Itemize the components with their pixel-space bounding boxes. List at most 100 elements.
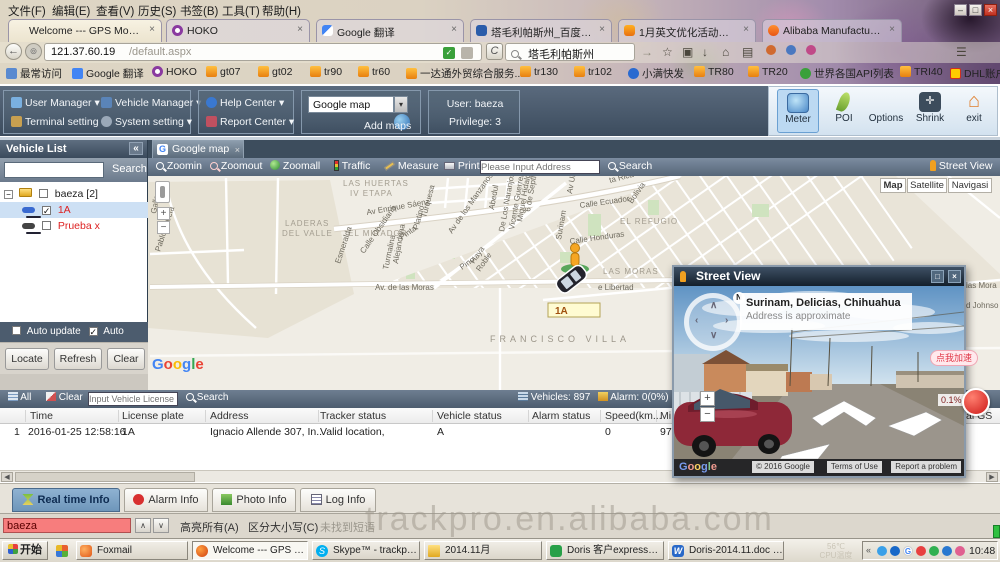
addon-icon[interactable] xyxy=(806,45,816,55)
tray-icon[interactable] xyxy=(942,546,952,556)
tab-close-icon[interactable]: × xyxy=(596,24,608,36)
tab-photo-info[interactable]: Photo Info xyxy=(212,488,296,512)
menu-view[interactable]: 查看(V) xyxy=(96,3,134,19)
table-search-button[interactable]: Search xyxy=(186,392,228,403)
report-center-button[interactable]: Report Center ▾ xyxy=(206,116,294,128)
tray-icon[interactable] xyxy=(929,546,939,556)
refresh-button[interactable]: Refresh xyxy=(54,348,102,370)
tab-close-icon[interactable]: × xyxy=(294,24,306,36)
exit-button[interactable]: ⌂ exit xyxy=(953,89,995,133)
window-close-button[interactable]: × xyxy=(984,4,997,16)
bookmark-item[interactable]: 一达通外贸综合服务... xyxy=(406,66,523,81)
map-control-satellite[interactable]: Satellite xyxy=(907,178,947,193)
scroll-left-button[interactable]: ◀ xyxy=(1,472,13,482)
col-address[interactable]: Address xyxy=(210,410,249,422)
task-gps-monitor[interactable]: Welcome --- GPS Monitor... xyxy=(192,541,308,560)
bookmark-item[interactable]: 世界各国API列表 xyxy=(800,66,894,81)
tab-close-icon[interactable]: × xyxy=(448,24,460,36)
task-foxmail[interactable]: Foxmail xyxy=(76,541,188,560)
bookmark-item[interactable]: gt02 xyxy=(258,66,292,81)
vehicle-search-input[interactable] xyxy=(4,162,104,178)
group-label[interactable]: baeza [2] xyxy=(55,188,98,200)
tray-clock[interactable]: 10:48 xyxy=(969,545,995,557)
panel-collapse-icon[interactable]: « xyxy=(129,142,143,155)
map-search-button[interactable]: Search xyxy=(608,160,652,172)
extension-icon[interactable] xyxy=(461,47,473,59)
meter-button[interactable]: Meter xyxy=(777,89,819,133)
accelerator-ball[interactable] xyxy=(962,388,990,416)
table-all-button[interactable]: All xyxy=(8,392,31,403)
map-zoom-out-button[interactable]: − xyxy=(157,221,170,234)
home-icon[interactable]: ⌂ xyxy=(722,45,729,59)
vehicle-label[interactable]: 1A xyxy=(58,204,71,216)
zoomin-button[interactable]: Zoomin xyxy=(156,160,202,172)
map-tab-close-icon[interactable]: × xyxy=(235,142,240,158)
tree-vehicle-row-selected[interactable]: ✓ 1A xyxy=(0,202,148,218)
menu-history[interactable]: 历史(S) xyxy=(138,3,176,19)
tab-baidu-search[interactable]: 塔毛利帕斯州_百度搜索 × xyxy=(470,19,612,42)
street-view-button[interactable]: Street View xyxy=(930,160,992,172)
group-checkbox[interactable] xyxy=(39,189,48,198)
start-button[interactable]: 开始 xyxy=(2,541,48,560)
vehicle-search-button[interactable]: Search xyxy=(112,163,147,175)
tab-alibaba[interactable]: Alibaba Manufacturer Dire... × xyxy=(762,19,902,42)
map-control-navigasi[interactable]: Navigasi xyxy=(948,178,992,193)
find-input[interactable] xyxy=(3,518,131,533)
tab-google-translate[interactable]: Google 翻译 × xyxy=(316,19,464,42)
bookmark-item[interactable]: 小满快发 xyxy=(628,66,684,81)
menu-tools[interactable]: 工具(T) xyxy=(222,3,260,19)
addon-icon[interactable] xyxy=(786,45,796,55)
find-next-button[interactable]: ∨ xyxy=(153,518,169,533)
user-manager-button[interactable]: User Manager ▾ xyxy=(11,97,100,109)
back-button[interactable]: ← xyxy=(5,43,22,60)
menu-help[interactable]: 帮助(H) xyxy=(262,3,301,19)
table-clear-button[interactable]: Clear xyxy=(46,392,83,403)
vehicle-checkbox[interactable]: ✓ xyxy=(42,206,51,215)
bookmark-item[interactable]: HOKO xyxy=(152,66,197,81)
street-view-zoom-out[interactable]: − xyxy=(700,407,715,422)
go-icon[interactable]: → xyxy=(641,45,653,59)
tab-promo[interactable]: 1月英文优化活动秒杀活动 × xyxy=(618,19,756,42)
street-view-titlebar[interactable]: Street View □ × xyxy=(674,267,964,286)
zoomall-button[interactable]: Zoomall xyxy=(270,160,320,172)
tab-close-icon[interactable]: × xyxy=(886,24,898,36)
bookmark-item[interactable]: Google 翻译 xyxy=(72,66,144,81)
addon-icon[interactable] xyxy=(766,45,776,55)
bookmark-item[interactable]: tr60 xyxy=(358,66,390,81)
terminal-setting-button[interactable]: Terminal setting ▾ xyxy=(11,116,107,128)
tab-alarm-info[interactable]: Alarm Info xyxy=(124,488,208,512)
bookmark-item[interactable]: tr130 xyxy=(520,66,558,81)
map-select-arrow[interactable]: ▾ xyxy=(394,96,408,113)
system-setting-button[interactable]: System setting ▾ xyxy=(101,116,192,128)
map-pegman-control[interactable] xyxy=(155,181,170,203)
col-time[interactable]: Time xyxy=(30,410,53,422)
locate-button[interactable]: Locate xyxy=(5,348,49,370)
tree-group-row[interactable]: − baeza [2] xyxy=(0,186,148,202)
task-doris-doc[interactable]: WDoris-2014.11.doc - WP... xyxy=(668,541,784,560)
menu-file[interactable]: 文件(F) xyxy=(8,3,46,19)
col-tracker-status[interactable]: Tracker status xyxy=(320,410,386,422)
clear-button[interactable]: Clear xyxy=(107,348,145,370)
bookmark-item[interactable]: gt07 xyxy=(206,66,240,81)
bookmark-item[interactable]: DHL账户 xyxy=(950,66,1000,81)
url-bar[interactable]: 121.37.60.19 /default.aspx ✓ xyxy=(44,43,482,61)
window-minimize-button[interactable]: – xyxy=(954,4,967,16)
map-tab-googlemap[interactable]: G Google map × xyxy=(152,140,244,158)
print-button[interactable]: Print xyxy=(444,160,480,172)
bookmark-item[interactable]: TR20 xyxy=(748,66,788,81)
tab-log-info[interactable]: Log Info xyxy=(300,488,376,512)
vehicle-manager-button[interactable]: Vehicle Manager ▾ xyxy=(101,97,201,109)
site-identity-icon[interactable]: ⊚ xyxy=(25,43,42,60)
task-folder[interactable]: 2014.11月 xyxy=(424,541,542,560)
map-control-map[interactable]: Map xyxy=(880,178,906,193)
street-view-compass[interactable]: ∧ ∨ ‹ › N xyxy=(684,293,742,351)
bookmark-item[interactable]: tr90 xyxy=(310,66,342,81)
window-restore-button[interactable]: □ xyxy=(969,4,982,16)
tray-icon[interactable]: G xyxy=(903,546,913,556)
bookmark-item[interactable]: TRI40 xyxy=(900,66,943,81)
page-icon[interactable]: ▣ xyxy=(682,45,693,59)
tab-close-icon[interactable]: × xyxy=(740,24,752,36)
tray-icon[interactable] xyxy=(916,546,926,556)
tray-collapse-icon[interactable]: « xyxy=(866,545,871,555)
highlight-all-button[interactable]: 高亮所有(A) xyxy=(180,519,239,535)
